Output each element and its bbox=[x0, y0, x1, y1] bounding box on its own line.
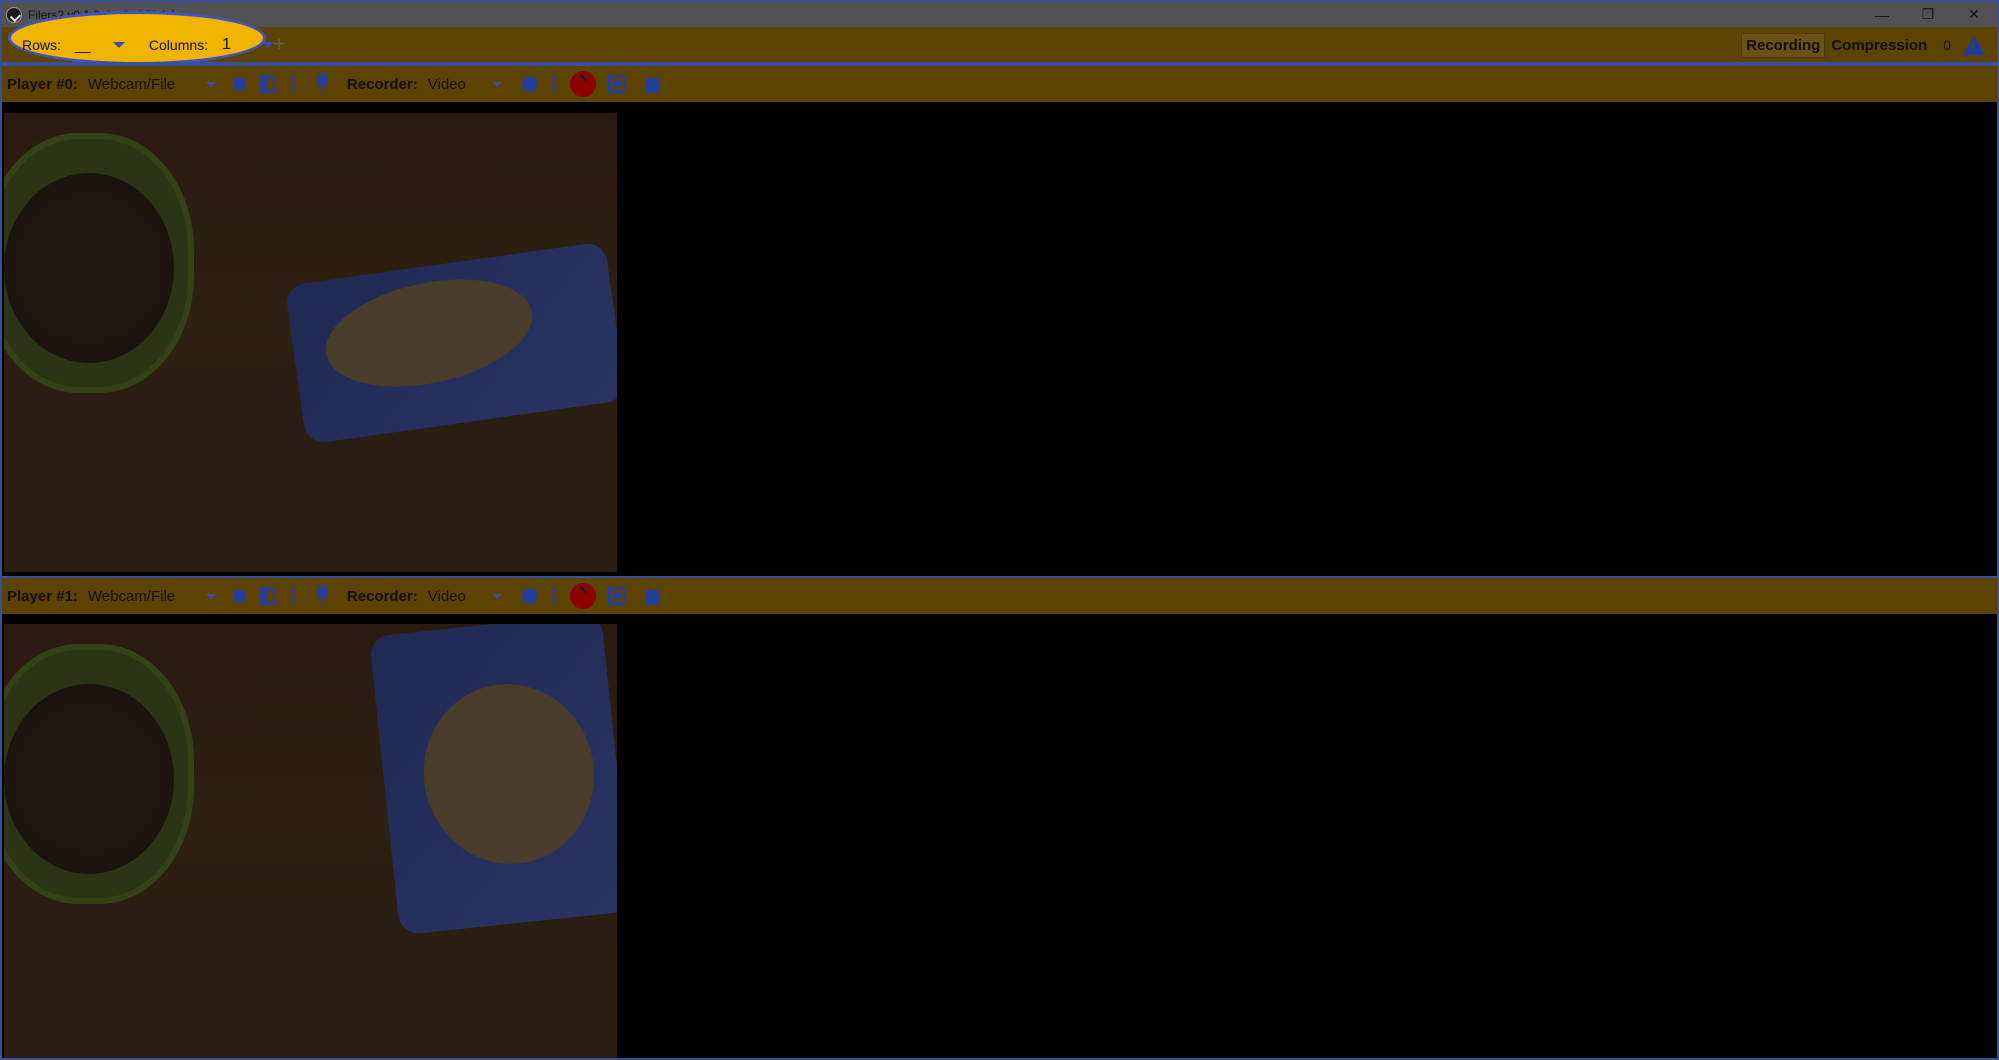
pin-icon[interactable] bbox=[315, 74, 329, 94]
more-options-icon[interactable] bbox=[290, 587, 295, 605]
recorder-type-dropdown[interactable]: Video bbox=[428, 588, 502, 605]
player-source-dropdown[interactable]: Webcam/File bbox=[88, 588, 216, 605]
trash-icon[interactable] bbox=[645, 587, 660, 605]
player-label: Player #0: bbox=[7, 75, 78, 93]
recorder-label: Recorder: bbox=[346, 587, 418, 605]
video-frame bbox=[4, 624, 617, 1058]
stop-icon[interactable] bbox=[233, 590, 246, 602]
recorder-type-value: Video bbox=[427, 587, 466, 605]
recorder-type-dropdown[interactable]: Video bbox=[428, 76, 502, 93]
player-source-value: Webcam/File bbox=[87, 75, 176, 93]
chevron-down-icon bbox=[205, 81, 216, 87]
timer-icon[interactable] bbox=[569, 71, 596, 97]
record-icon[interactable] bbox=[521, 76, 538, 92]
recorder-label: Recorder: bbox=[346, 75, 418, 93]
video-display-0 bbox=[4, 113, 1997, 572]
add-player-button[interactable]: + bbox=[268, 33, 290, 55]
chevron-down-icon bbox=[205, 593, 216, 599]
trash-icon[interactable] bbox=[645, 75, 660, 93]
columns-value: 1 bbox=[222, 36, 231, 53]
rows-label: Rows: bbox=[22, 37, 61, 53]
app-logo-icon bbox=[6, 6, 22, 23]
maximize-button[interactable]: ❐ bbox=[1905, 2, 1951, 27]
player-toolbar-0: Player #0: Webcam/File Recorder: Video bbox=[2, 66, 1997, 102]
stop-icon[interactable] bbox=[233, 78, 246, 90]
chevron-down-icon bbox=[491, 81, 502, 87]
bowl-contents bbox=[4, 173, 174, 363]
settings-tabs: Recording Compression 0 bbox=[1741, 32, 1985, 58]
video-frame bbox=[4, 113, 617, 572]
window-controls: — ❐ ✕ bbox=[1859, 2, 1997, 27]
timer-icon[interactable] bbox=[569, 583, 596, 609]
video-display-1 bbox=[4, 624, 1997, 1058]
screenshot-icon[interactable] bbox=[607, 587, 626, 605]
main-toolbar bbox=[2, 27, 1997, 62]
bowl-contents bbox=[4, 684, 174, 874]
player-toolbar-1: Player #1: Webcam/File Recorder: Video bbox=[2, 578, 1997, 614]
more-options-icon[interactable] bbox=[551, 587, 556, 605]
app-window: Filers2 v0.1.0.dev0, CPL lab — ❐ ✕ Rows:… bbox=[0, 0, 1999, 1060]
player-panel-1: Player #1: Webcam/File Recorder: Video bbox=[2, 578, 1997, 1060]
grid-size-controls: Rows: __ Columns: 1 bbox=[22, 34, 280, 56]
resize-icon[interactable] bbox=[259, 75, 276, 93]
title-bar: Filers2 v0.1.0.dev0, CPL lab — ❐ ✕ bbox=[2, 2, 1997, 27]
warning-icon[interactable] bbox=[1963, 35, 1985, 55]
chevron-down-icon bbox=[491, 593, 502, 599]
rows-dropdown[interactable]: __ bbox=[75, 37, 133, 53]
floor-shadow bbox=[4, 899, 617, 1058]
player-label: Player #1: bbox=[7, 587, 78, 605]
player-source-value: Webcam/File bbox=[87, 587, 176, 605]
recorder-type-value: Video bbox=[427, 75, 466, 93]
recording-tab[interactable]: Recording bbox=[1741, 32, 1826, 58]
player-source-dropdown[interactable]: Webcam/File bbox=[88, 76, 216, 93]
close-button[interactable]: ✕ bbox=[1951, 2, 1997, 27]
columns-label: Columns: bbox=[148, 37, 209, 53]
player-panel-0: Player #0: Webcam/File Recorder: Video bbox=[2, 66, 1997, 576]
more-options-icon[interactable] bbox=[551, 75, 556, 93]
chevron-down-icon bbox=[112, 42, 125, 48]
minimize-button[interactable]: — bbox=[1859, 2, 1905, 27]
resize-icon[interactable] bbox=[259, 587, 276, 605]
more-options-icon[interactable] bbox=[290, 75, 295, 93]
screenshot-icon[interactable] bbox=[607, 75, 626, 93]
rows-value: __ bbox=[74, 37, 91, 53]
pin-icon[interactable] bbox=[315, 586, 329, 606]
error-count: 0 bbox=[1943, 37, 1951, 53]
compression-tab[interactable]: Compression bbox=[1825, 34, 1933, 57]
record-icon[interactable] bbox=[521, 588, 538, 604]
